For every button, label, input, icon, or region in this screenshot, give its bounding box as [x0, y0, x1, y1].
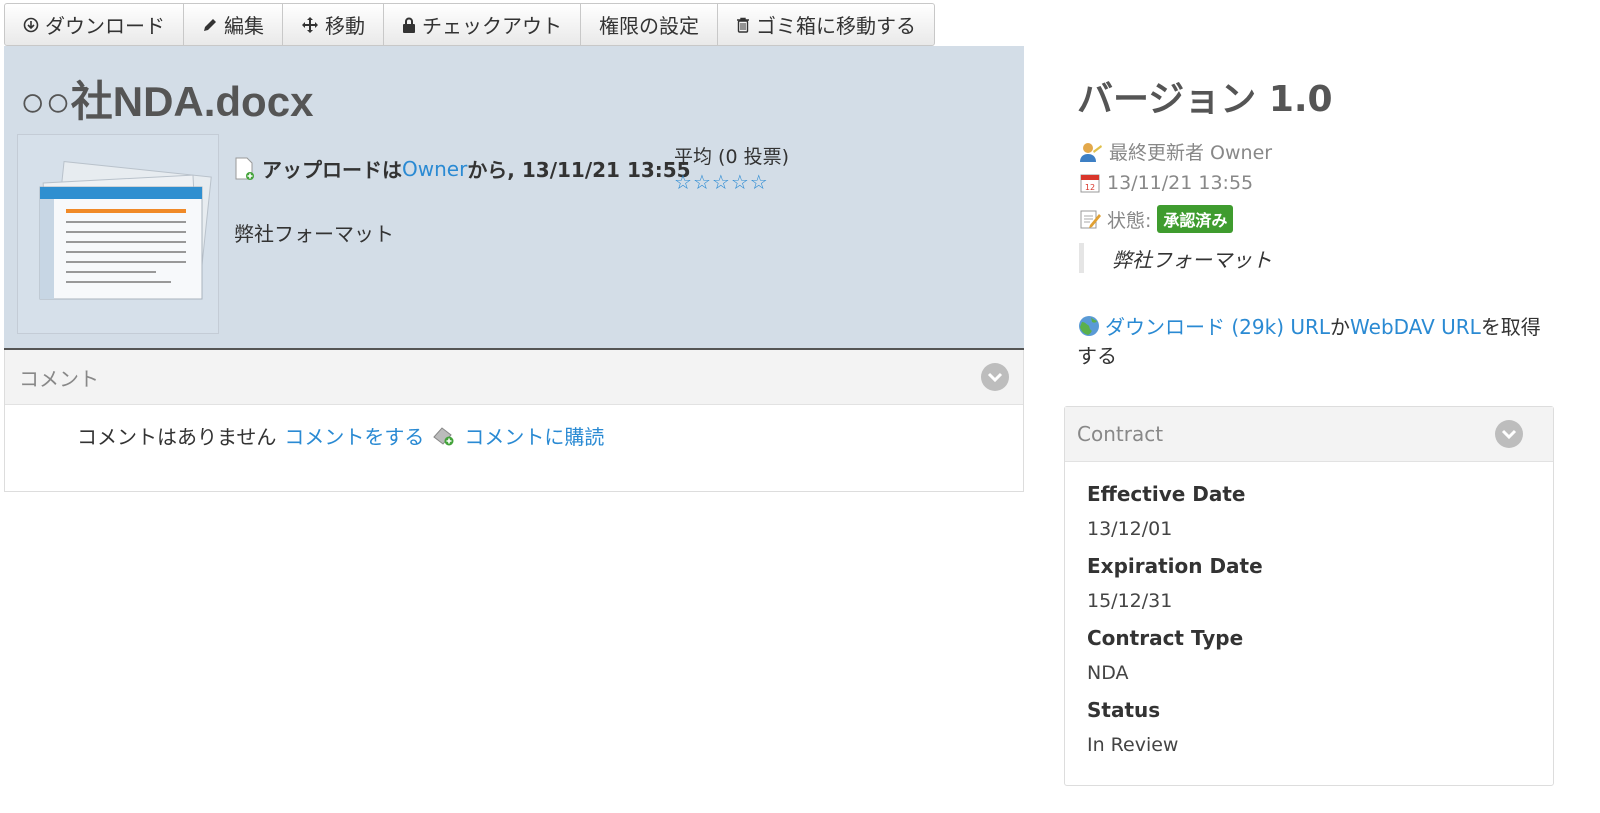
trash-button[interactable]: ゴミ箱に移動する	[718, 4, 934, 45]
document-thumbnail[interactable]	[17, 134, 219, 334]
status-field-value: In Review	[1087, 734, 1179, 756]
version-title: バージョン 1.0	[1077, 79, 1333, 120]
contract-title: Contract	[1077, 422, 1164, 446]
status-label: 状態:	[1107, 209, 1152, 232]
no-comments-text: コメントはありません	[77, 425, 277, 449]
rating-stars: ☆ ☆ ☆ ☆ ☆	[674, 172, 768, 192]
document-toolbar: ダウンロード 編集 移動 チェックアウト 権限の設定 ゴミ箱に移動する	[4, 3, 935, 46]
status-badge: 承認済み	[1157, 205, 1234, 233]
connector-text: か	[1330, 315, 1351, 339]
contract-type-value: NDA	[1087, 662, 1129, 684]
file-description: 弊社フォーマット	[234, 222, 394, 246]
rating-average: 平均 (0 投票)	[674, 146, 789, 168]
updated-by-row: 最終更新者 Owner	[1079, 138, 1272, 165]
comments-title: コメント	[19, 366, 99, 391]
checkout-button[interactable]: チェックアウト	[384, 4, 581, 45]
contract-panel: Contract Effective Date 13/12/01 Expirat…	[1064, 406, 1554, 786]
status-note-icon	[1079, 208, 1101, 230]
document-preview-icon	[39, 161, 212, 300]
webdav-url-link[interactable]: WebDAV URL	[1350, 315, 1481, 339]
version-date: 13/11/21 13:55	[1107, 172, 1254, 194]
updated-by-text: 最終更新者 Owner	[1109, 142, 1273, 164]
comments-header[interactable]: コメント	[5, 350, 1023, 405]
download-button[interactable]: ダウンロード	[5, 4, 184, 45]
user-icon	[1079, 141, 1103, 163]
upload-info: アップロードは Owner から, 13/11/21 13:55	[234, 154, 691, 183]
status-row: 状態: 承認済み	[1079, 205, 1234, 233]
rating-star-2[interactable]: ☆	[693, 172, 711, 192]
download-links: ダウンロード (29k) URLかWebDAV URLを取得する	[1077, 313, 1547, 371]
lock-icon	[402, 17, 416, 33]
add-comment-link[interactable]: コメントをする	[284, 421, 424, 450]
download-label: ダウンロード	[45, 14, 165, 38]
version-note-text: 弊社フォーマット	[1112, 247, 1272, 272]
expiration-date-label: Expiration Date	[1087, 554, 1263, 578]
rating-star-4[interactable]: ☆	[731, 172, 749, 192]
edit-label: 編集	[224, 14, 264, 38]
subscribe-icon	[432, 425, 456, 447]
comments-body: コメントはありません コメントをする コメントに購読	[5, 405, 1023, 450]
move-arrows-icon	[301, 16, 319, 34]
file-info-panel: ○○社NDA.docx アップロードは Owner から, 13/11/21 1…	[4, 46, 1024, 350]
expiration-date-value: 15/12/31	[1087, 590, 1173, 612]
trash-icon	[736, 17, 750, 33]
rating-star-3[interactable]: ☆	[712, 172, 730, 192]
upload-suffix: から, 13/11/21 13:55	[467, 158, 691, 182]
upload-prefix: アップロードは	[262, 158, 402, 182]
download-icon	[23, 17, 39, 33]
permissions-label: 権限の設定	[599, 14, 699, 38]
trash-label: ゴミ箱に移動する	[756, 14, 916, 38]
effective-date-value: 13/12/01	[1087, 518, 1173, 540]
contract-fields: Effective Date 13/12/01 Expiration Date …	[1065, 462, 1553, 784]
chevron-down-icon[interactable]	[1495, 420, 1523, 448]
owner-link[interactable]: Owner	[402, 157, 467, 181]
upload-file-icon	[234, 157, 256, 181]
move-label: 移動	[325, 14, 365, 38]
contract-type-label: Contract Type	[1087, 626, 1244, 650]
calendar-icon: 12	[1079, 172, 1101, 194]
checkout-label: チェックアウト	[422, 14, 562, 38]
edit-button[interactable]: 編集	[184, 4, 283, 45]
rating-star-1[interactable]: ☆	[674, 172, 692, 192]
rating-star-5[interactable]: ☆	[750, 172, 768, 192]
status-field-label: Status	[1087, 698, 1161, 722]
effective-date-label: Effective Date	[1087, 482, 1246, 506]
file-title: ○○社NDA.docx	[20, 78, 314, 125]
permissions-button[interactable]: 権限の設定	[581, 4, 718, 45]
move-button[interactable]: 移動	[283, 4, 384, 45]
contract-header[interactable]: Contract	[1065, 407, 1553, 462]
chevron-down-icon[interactable]	[981, 363, 1009, 391]
download-url-link[interactable]: ダウンロード (29k) URL	[1105, 315, 1330, 339]
date-row: 12 13/11/21 13:55	[1079, 172, 1253, 194]
globe-icon	[1077, 314, 1101, 338]
pencil-icon	[202, 17, 218, 33]
svg-text:12: 12	[1085, 183, 1095, 192]
comments-panel: コメント コメントはありません コメントをする コメントに購読	[4, 350, 1024, 492]
subscribe-comments-link[interactable]: コメントに購読	[464, 421, 604, 450]
version-note: 弊社フォーマット	[1079, 243, 1272, 273]
